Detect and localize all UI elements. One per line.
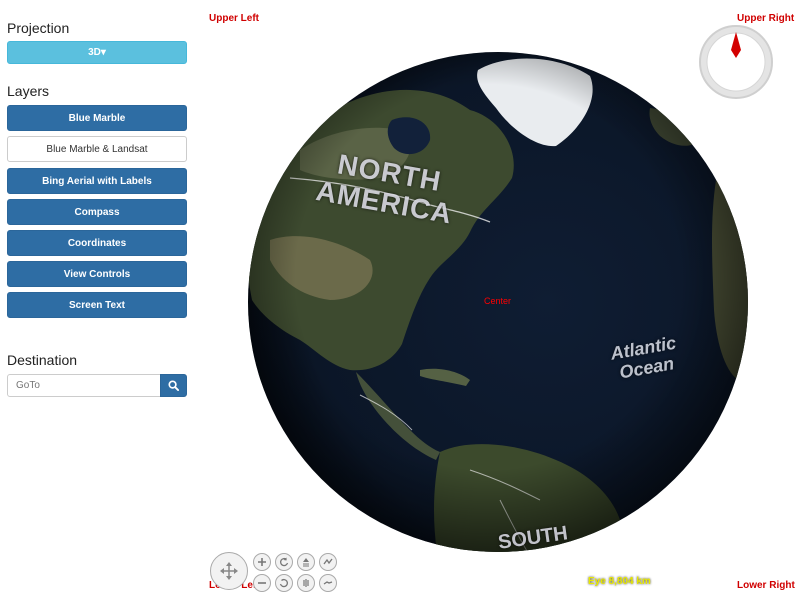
pan-control[interactable] [210, 552, 248, 590]
heading-right-icon [279, 578, 288, 588]
zoom-in-button[interactable] [253, 553, 271, 571]
exaggeration-down-icon [323, 581, 333, 585]
zoom-out-icon [258, 582, 266, 584]
exaggeration-up-icon [323, 558, 333, 565]
screen-text-upper-right: Upper Right [737, 13, 795, 24]
pan-icon [220, 562, 238, 580]
tilt-up-button[interactable] [297, 553, 315, 571]
globe[interactable] [0, 0, 800, 605]
screen-text-lower-right: Lower Right [737, 580, 795, 591]
zoom-out-button[interactable] [253, 574, 271, 592]
tilt-down-button[interactable] [297, 574, 315, 592]
eye-distance-readout: Eye 8,804 km [588, 576, 651, 587]
heading-left-button[interactable] [275, 553, 293, 571]
heading-left-icon [280, 557, 289, 567]
exaggeration-down-button[interactable] [319, 574, 337, 592]
zoom-in-icon [258, 558, 266, 566]
tilt-down-icon [303, 579, 309, 587]
heading-right-button[interactable] [275, 574, 293, 592]
screen-text-center: Center [484, 296, 512, 306]
tilt-up-icon [303, 558, 309, 567]
screen-text-upper-left: Upper Left [209, 13, 259, 24]
exaggeration-up-button[interactable] [319, 553, 337, 571]
compass-widget[interactable] [699, 25, 773, 99]
